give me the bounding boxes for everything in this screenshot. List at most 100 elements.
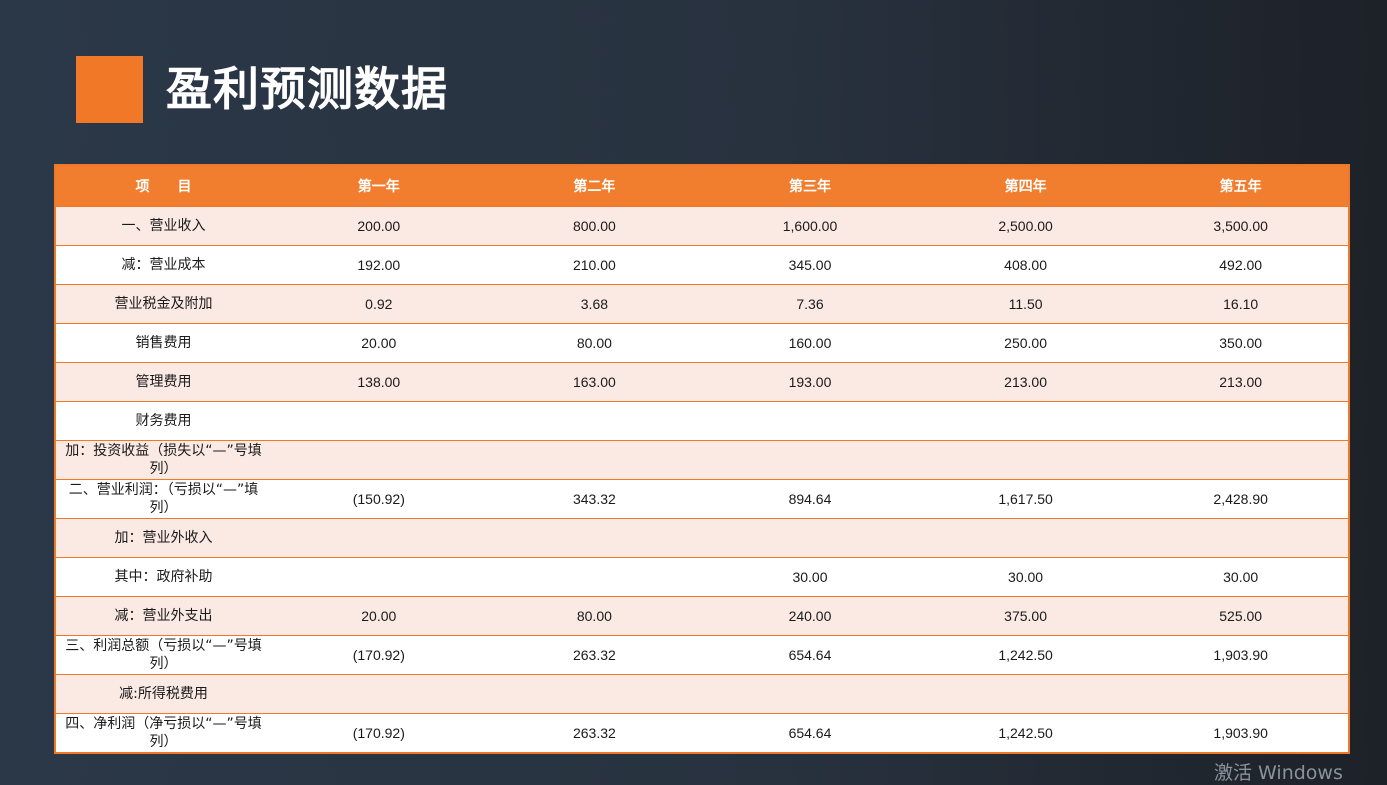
cell-year-2 bbox=[486, 557, 703, 597]
cell-year-1 bbox=[271, 518, 487, 558]
cell-year-4: 2,500.00 bbox=[917, 206, 1134, 246]
cell-year-3: 240.00 bbox=[702, 596, 918, 636]
cell-year-4: 30.00 bbox=[917, 557, 1134, 597]
table-row: 减：营业成本 192.00 210.00 345.00 408.00 492.0… bbox=[55, 245, 1349, 285]
row-item-label: 加：营业外收入 bbox=[55, 518, 271, 558]
cell-year-1: 200.00 bbox=[271, 206, 487, 246]
cell-year-5: 350.00 bbox=[1133, 323, 1349, 363]
cell-year-4 bbox=[917, 440, 1134, 480]
table-row: 四、净利润（净亏损以“—”号填列） (170.92) 263.32 654.64… bbox=[55, 713, 1349, 753]
table-row: 减:所得税费用 bbox=[55, 674, 1349, 714]
table-row: 一、营业收入 200.00 800.00 1,600.00 2,500.00 3… bbox=[55, 206, 1349, 246]
cell-year-4 bbox=[917, 518, 1134, 558]
cell-year-3: 30.00 bbox=[702, 557, 918, 597]
row-item-label: 一、营业收入 bbox=[55, 206, 271, 246]
cell-year-4: 408.00 bbox=[917, 245, 1134, 285]
cell-year-1: (150.92) bbox=[271, 479, 487, 519]
table-row: 加：营业外收入 bbox=[55, 518, 1349, 558]
cell-year-5 bbox=[1133, 440, 1349, 480]
cell-year-4: 213.00 bbox=[917, 362, 1134, 402]
cell-year-1: (170.92) bbox=[271, 713, 487, 753]
cell-year-5: 492.00 bbox=[1133, 245, 1349, 285]
header-item: 项 目 bbox=[55, 165, 271, 207]
cell-year-2: 210.00 bbox=[486, 245, 703, 285]
cell-year-3: 7.36 bbox=[702, 284, 918, 324]
row-item-label: 减：营业外支出 bbox=[55, 596, 271, 636]
row-item-label: 减：营业成本 bbox=[55, 245, 271, 285]
cell-year-4 bbox=[917, 401, 1134, 441]
cell-year-5: 1,903.90 bbox=[1133, 713, 1349, 753]
header-year-4: 第四年 bbox=[917, 165, 1134, 207]
activate-windows-watermark: 激活 Windows bbox=[1214, 762, 1343, 784]
cell-year-2: 3.68 bbox=[486, 284, 703, 324]
cell-year-5 bbox=[1133, 674, 1349, 714]
cell-year-3 bbox=[702, 401, 918, 441]
row-item-label: 其中：政府补助 bbox=[55, 557, 271, 597]
cell-year-2 bbox=[486, 401, 703, 441]
header-year-3: 第三年 bbox=[702, 165, 918, 207]
row-item-label: 销售费用 bbox=[55, 323, 271, 363]
row-item-label: 加：投资收益（损失以“—”号填列） bbox=[55, 440, 271, 480]
cell-year-5: 213.00 bbox=[1133, 362, 1349, 402]
cell-year-1: 138.00 bbox=[271, 362, 487, 402]
cell-year-2: 343.32 bbox=[486, 479, 703, 519]
cell-year-2: 80.00 bbox=[486, 323, 703, 363]
cell-year-2: 800.00 bbox=[486, 206, 703, 246]
table-row: 财务费用 bbox=[55, 401, 1349, 441]
cell-year-3: 193.00 bbox=[702, 362, 918, 402]
cell-year-3: 654.64 bbox=[702, 635, 918, 675]
cell-year-3: 160.00 bbox=[702, 323, 918, 363]
header-year-2: 第二年 bbox=[486, 165, 703, 207]
cell-year-5: 1,903.90 bbox=[1133, 635, 1349, 675]
cell-year-3: 345.00 bbox=[702, 245, 918, 285]
table-row: 三、利润总额（亏损以“—”号填列） (170.92) 263.32 654.64… bbox=[55, 635, 1349, 675]
cell-year-3: 654.64 bbox=[702, 713, 918, 753]
row-item-label: 减:所得税费用 bbox=[55, 674, 271, 714]
cell-year-1: 20.00 bbox=[271, 596, 487, 636]
cell-year-3: 894.64 bbox=[702, 479, 918, 519]
cell-year-1 bbox=[271, 557, 487, 597]
table-row: 减：营业外支出 20.00 80.00 240.00 375.00 525.00 bbox=[55, 596, 1349, 636]
cell-year-5 bbox=[1133, 518, 1349, 558]
cell-year-1: (170.92) bbox=[271, 635, 487, 675]
row-item-label: 营业税金及附加 bbox=[55, 284, 271, 324]
cell-year-2 bbox=[486, 440, 703, 480]
cell-year-5: 3,500.00 bbox=[1133, 206, 1349, 246]
header-year-1: 第一年 bbox=[271, 165, 487, 207]
cell-year-2 bbox=[486, 518, 703, 558]
cell-year-4: 11.50 bbox=[917, 284, 1134, 324]
cell-year-5: 16.10 bbox=[1133, 284, 1349, 324]
table-row: 销售费用 20.00 80.00 160.00 250.00 350.00 bbox=[55, 323, 1349, 363]
table-header-row: 项 目 第一年 第二年 第三年 第四年 第五年 bbox=[55, 165, 1349, 207]
cell-year-2: 80.00 bbox=[486, 596, 703, 636]
cell-year-1: 0.92 bbox=[271, 284, 487, 324]
cell-year-4: 1,242.50 bbox=[917, 713, 1134, 753]
cell-year-4: 1,617.50 bbox=[917, 479, 1134, 519]
row-item-label: 二、营业利润：（亏损以“—”填列） bbox=[55, 479, 271, 519]
cell-year-2: 263.32 bbox=[486, 713, 703, 753]
cell-year-3: 1,600.00 bbox=[702, 206, 918, 246]
row-item-label: 三、利润总额（亏损以“—”号填列） bbox=[55, 635, 271, 675]
cell-year-1: 192.00 bbox=[271, 245, 487, 285]
cell-year-2: 263.32 bbox=[486, 635, 703, 675]
cell-year-2: 163.00 bbox=[486, 362, 703, 402]
table-row: 营业税金及附加 0.92 3.68 7.36 11.50 16.10 bbox=[55, 284, 1349, 324]
cell-year-3 bbox=[702, 518, 918, 558]
cell-year-5: 2,428.90 bbox=[1133, 479, 1349, 519]
header-year-5: 第五年 bbox=[1133, 165, 1349, 207]
cell-year-2 bbox=[486, 674, 703, 714]
cell-year-1 bbox=[271, 401, 487, 441]
table-row: 管理费用 138.00 163.00 193.00 213.00 213.00 bbox=[55, 362, 1349, 402]
table-row: 二、营业利润：（亏损以“—”填列） (150.92) 343.32 894.64… bbox=[55, 479, 1349, 519]
row-item-label: 财务费用 bbox=[55, 401, 271, 441]
cell-year-3 bbox=[702, 674, 918, 714]
cell-year-3 bbox=[702, 440, 918, 480]
cell-year-4 bbox=[917, 674, 1134, 714]
table-row: 其中：政府补助 30.00 30.00 30.00 bbox=[55, 557, 1349, 597]
cell-year-1: 20.00 bbox=[271, 323, 487, 363]
cell-year-1 bbox=[271, 674, 487, 714]
cell-year-4: 250.00 bbox=[917, 323, 1134, 363]
title-accent-square bbox=[76, 56, 143, 123]
profit-forecast-table: 项 目 第一年 第二年 第三年 第四年 第五年 一、营业收入 200.00 80… bbox=[54, 164, 1350, 754]
cell-year-1 bbox=[271, 440, 487, 480]
